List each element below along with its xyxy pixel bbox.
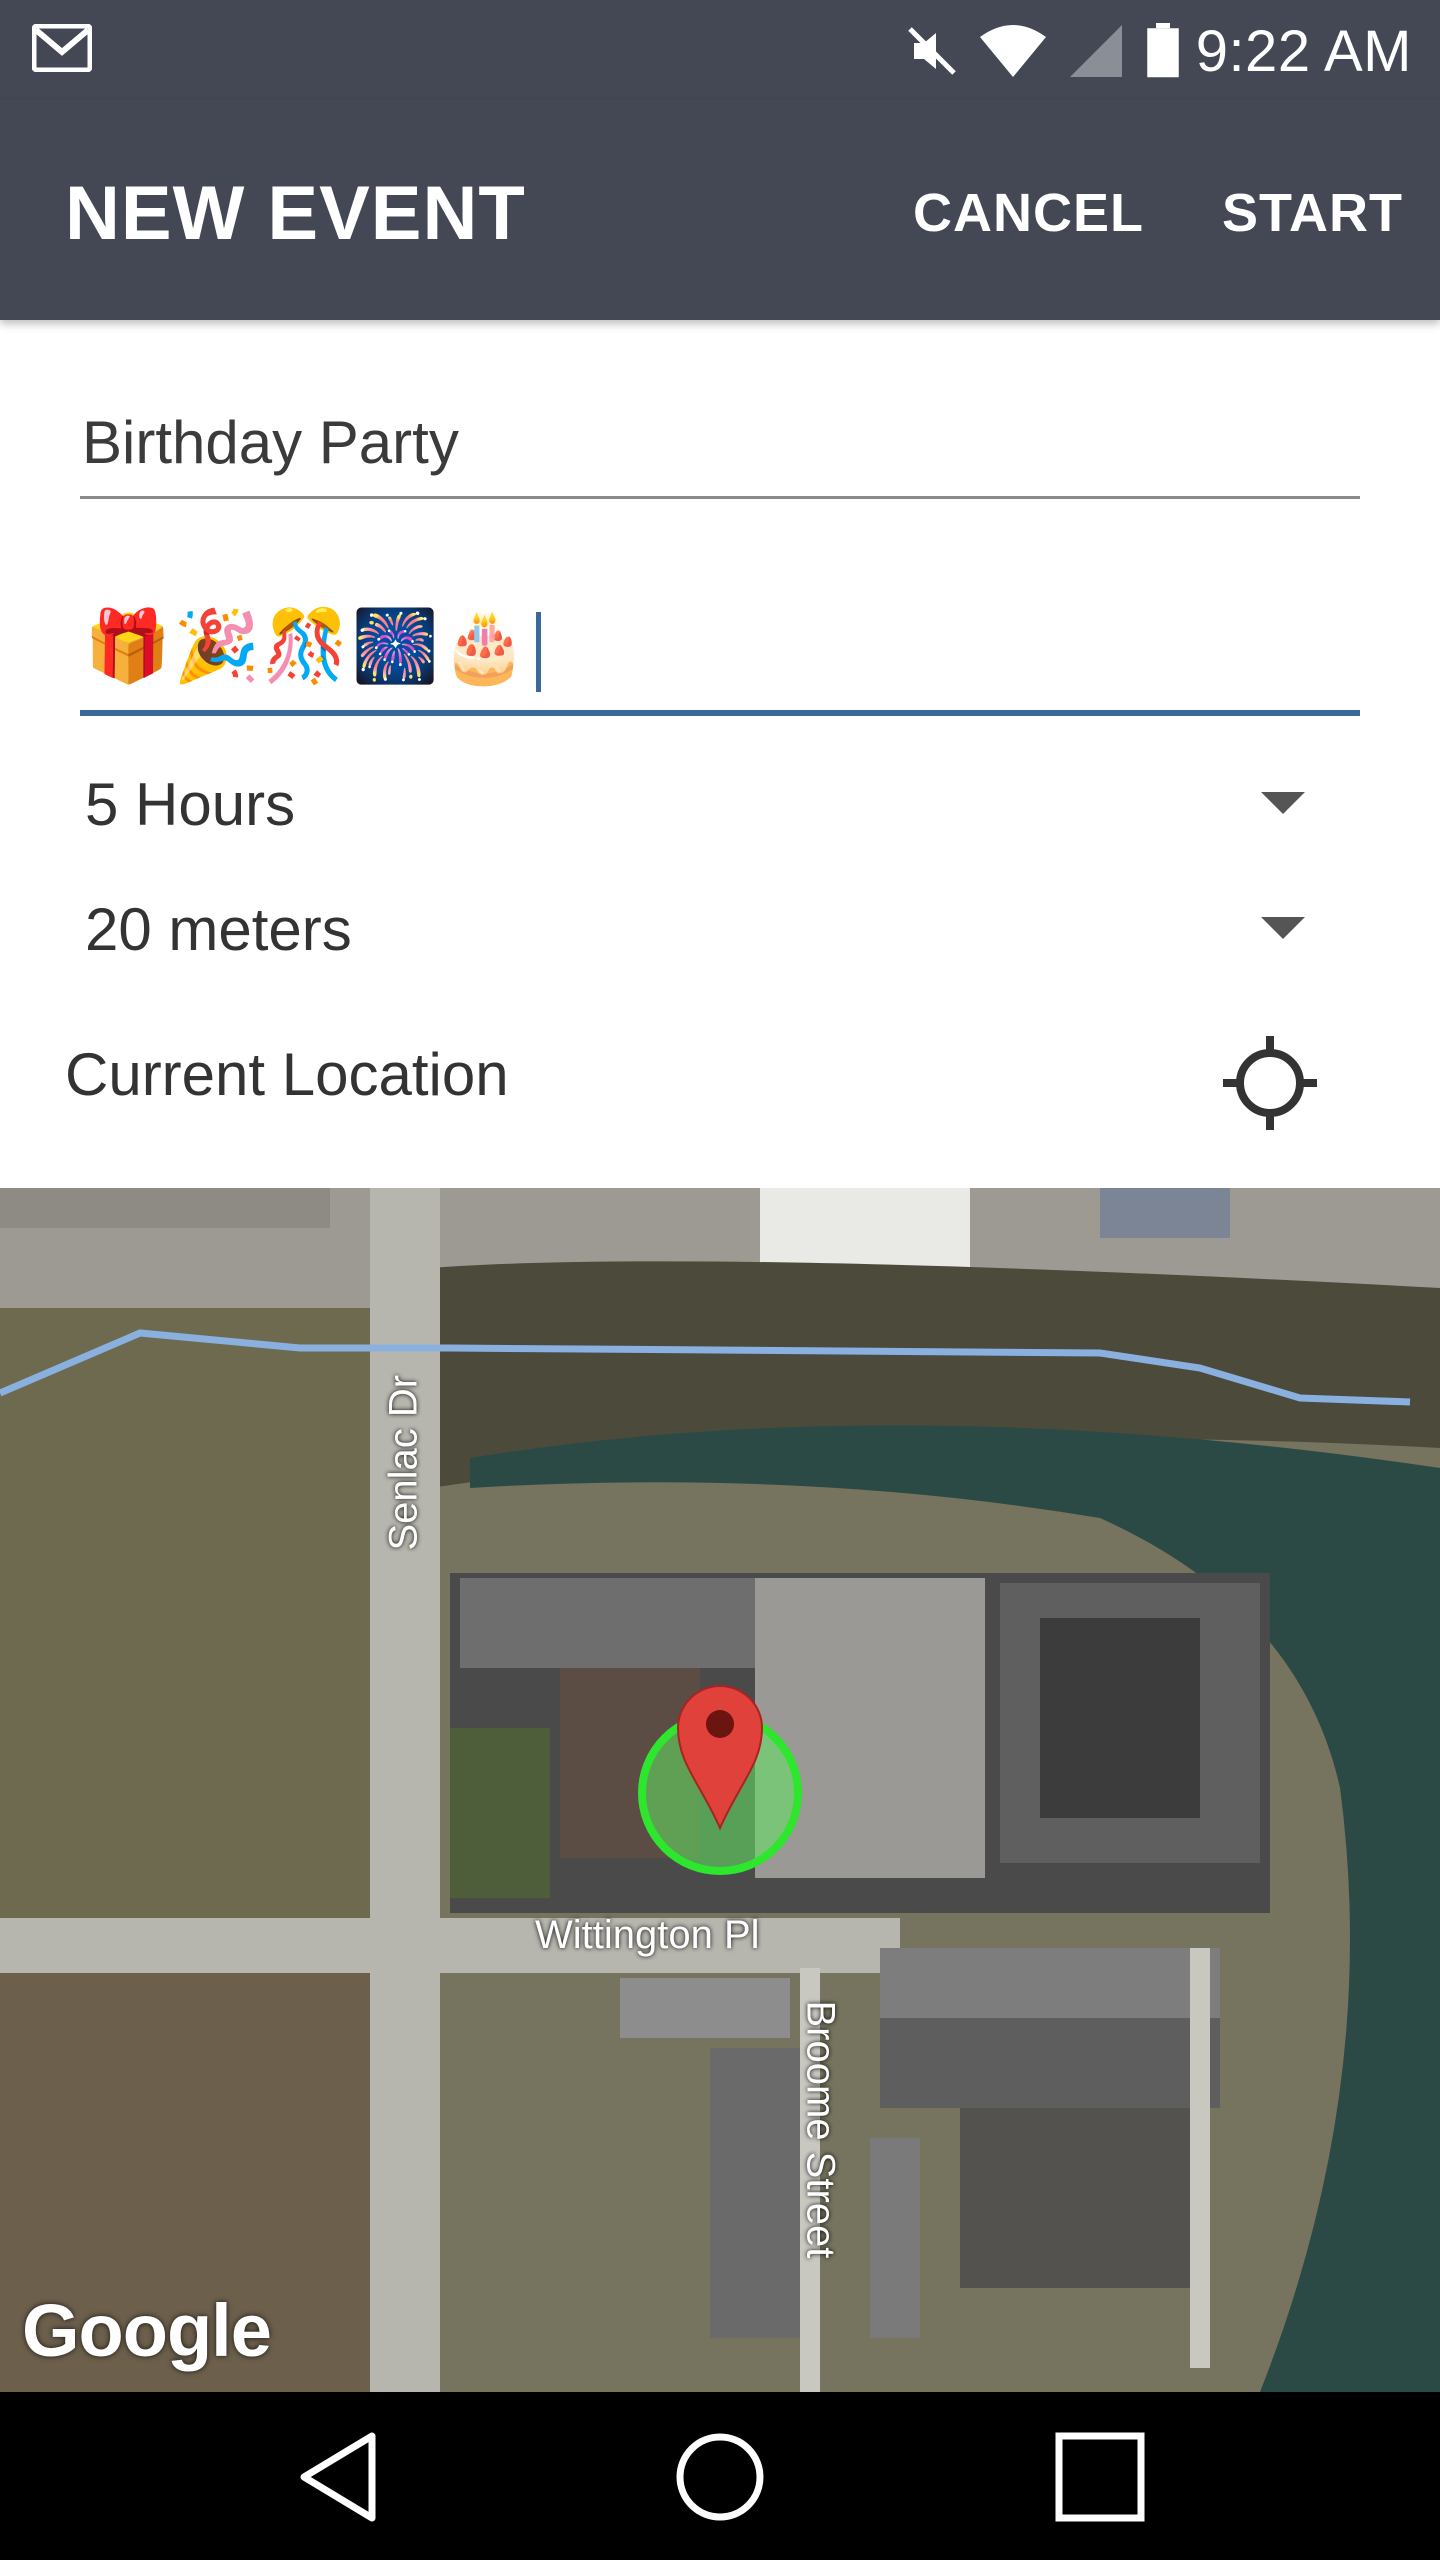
- radius-dropdown[interactable]: 20 meters: [85, 885, 1305, 975]
- street-label-text: Broome Street: [798, 2000, 843, 2259]
- duration-value: 5 Hours: [85, 771, 296, 838]
- status-icons: 9:22 AM: [886, 16, 1412, 86]
- emoji-field-value: 🎁🎉🎊🎆🎂: [84, 606, 541, 692]
- back-icon[interactable]: [290, 2422, 400, 2532]
- event-name-field[interactable]: Birthday Party: [80, 400, 1360, 499]
- battery-icon: [1146, 23, 1179, 78]
- caret-down-icon: [1261, 792, 1305, 814]
- map-view[interactable]: Senlac Dr Wittington Pl Broome Street Go…: [0, 1188, 1440, 2392]
- wifi-icon: [979, 25, 1046, 77]
- event-name-value: Birthday Party: [82, 409, 459, 476]
- duration-dropdown[interactable]: 5 Hours: [85, 760, 1305, 850]
- text-cursor: [535, 611, 541, 692]
- recent-apps-icon[interactable]: [1045, 2422, 1155, 2532]
- cancel-button[interactable]: CANCEL: [913, 182, 1144, 244]
- crosshair-icon[interactable]: [1215, 1028, 1325, 1138]
- navigation-bar: [0, 2392, 1440, 2560]
- street-label-wittington: Wittington Pl: [535, 1913, 760, 1958]
- radius-value: 20 meters: [85, 896, 352, 963]
- google-logo: Google: [22, 2289, 272, 2372]
- street-label-senlac: Senlac Dr: [382, 1375, 427, 1551]
- home-icon[interactable]: [665, 2422, 775, 2532]
- mute-icon: [907, 27, 956, 75]
- emoji-field[interactable]: 🎁🎉🎊🎆🎂: [80, 600, 1360, 716]
- status-bar: 9:22 AM: [0, 0, 1440, 100]
- current-location-label: Current Location: [65, 1041, 509, 1108]
- current-location-row: Current Location: [65, 1030, 1325, 1130]
- app-bar: NEW EVENT CANCEL START: [0, 100, 1440, 320]
- caret-down-icon: [1261, 917, 1305, 939]
- emoji-text: 🎁🎉🎊🎆🎂: [84, 607, 530, 685]
- signal-icon: [1069, 25, 1122, 77]
- street-label-text: Senlac Dr: [381, 1374, 426, 1551]
- gmail-icon: [32, 24, 92, 72]
- status-time: 9:22 AM: [1195, 18, 1412, 84]
- page-title: NEW EVENT: [65, 171, 526, 256]
- street-label-text: Wittington Pl: [535, 1913, 760, 1957]
- start-button[interactable]: START: [1222, 182, 1403, 244]
- street-label-broome: Broome Street: [798, 2001, 843, 2259]
- satellite-map: [0, 1188, 1440, 2392]
